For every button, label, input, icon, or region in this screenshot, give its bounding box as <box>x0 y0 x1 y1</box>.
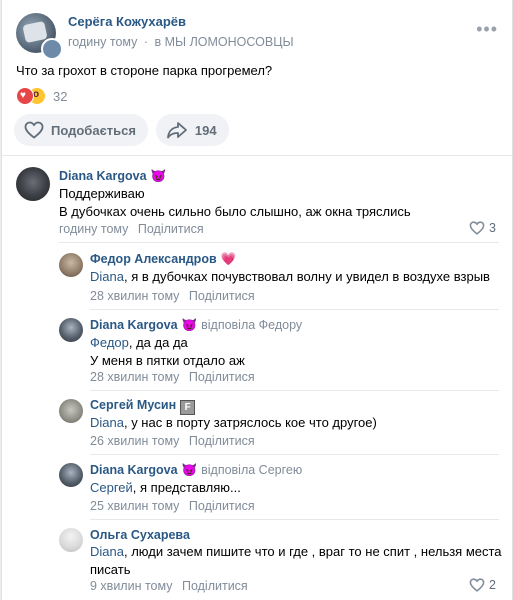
reply-like-count: 2 <box>489 578 496 592</box>
comment-share-link[interactable]: Поділитися <box>138 222 204 236</box>
post-card: Серёга Кожухарёв годину тому · в МЫ ЛОМО… <box>1 0 513 600</box>
share-arrow-icon <box>167 122 187 139</box>
heart-reaction-icon <box>16 87 34 105</box>
reactions-summary[interactable]: 32 <box>16 86 67 106</box>
reply-divider <box>90 519 499 520</box>
reply-body: , да да да <box>128 335 188 350</box>
reply-author: Diana Kargova 😈 відповіла Сергею <box>90 463 302 478</box>
reply-divider <box>90 309 499 310</box>
post-actions: Подобається 194 <box>14 114 229 146</box>
reply-addressee[interactable]: Diana <box>90 544 124 559</box>
reply-share-link[interactable]: Поділитися <box>189 434 255 448</box>
heart-emoji-icon: 💗 <box>220 252 237 266</box>
f-badge-icon: F <box>180 400 196 415</box>
reply-share-link[interactable]: Поділитися <box>182 579 248 593</box>
reply-time[interactable]: 26 хвилин тому <box>90 434 179 448</box>
reply-author: Сергей Мусин F <box>90 398 196 415</box>
group-avatar[interactable] <box>41 38 63 60</box>
reply-divider <box>90 390 499 391</box>
reply-author-name[interactable]: Diana Kargova <box>90 318 178 332</box>
reply-divider <box>90 454 499 455</box>
replied-to[interactable]: відповіла Сергею <box>201 463 302 477</box>
reply-time[interactable]: 25 хвилин тому <box>90 499 179 513</box>
reply-text: Diana, у нас в порту затряслось кое что … <box>90 414 377 432</box>
heart-outline-icon <box>24 121 44 139</box>
reply-addressee[interactable]: Сергей <box>90 480 133 495</box>
reply-text: Федор, да да да У меня в пятки отдало аж <box>90 334 245 370</box>
comment-author: Diana Kargova 😈 <box>59 169 166 184</box>
like-button[interactable]: Подобається <box>14 114 148 146</box>
reply-line: писать <box>90 562 131 577</box>
reply-author: Федор Александров 💗 <box>90 252 236 267</box>
reply-footer: 25 хвилин тому Поділитися <box>90 499 255 513</box>
reply-body: , я в дубочках почувствовал волну и увид… <box>123 269 490 284</box>
reply-time[interactable]: 28 хвилин тому <box>90 370 179 384</box>
reply-author-name[interactable]: Diana Kargova <box>90 463 178 477</box>
reply-time[interactable]: 9 хвилин тому <box>90 579 172 593</box>
comment-line: Поддерживаю <box>59 186 145 201</box>
reply-addressee[interactable]: Diana <box>90 269 124 284</box>
reply-avatar[interactable] <box>59 399 83 423</box>
comment-like-count: 3 <box>489 221 496 235</box>
reply-text: Diana, люди зачем пишите что и где , вра… <box>90 543 502 579</box>
reply-avatar[interactable] <box>59 528 83 552</box>
comment-avatar[interactable] <box>16 167 50 201</box>
reply-like-button[interactable]: 2 <box>469 578 496 592</box>
reply-text: Diana, я в дубочках почувствовал волну и… <box>90 268 490 286</box>
post-author-name[interactable]: Серёга Кожухарёв <box>68 14 186 29</box>
reply-author-name[interactable]: Федор Александров <box>90 252 217 266</box>
heart-outline-icon <box>469 578 485 592</box>
more-icon[interactable]: ••• <box>476 20 498 38</box>
replied-to[interactable]: відповіла Федору <box>201 318 302 332</box>
post-group-link[interactable]: в МЫ ЛОМОНОСОВЦЫ <box>155 35 294 49</box>
comment-line: В дубочках очень сильно было слышно, аж … <box>59 204 411 219</box>
reply-author-name[interactable]: Сергей Мусин <box>90 398 176 412</box>
post-meta: годину тому · в МЫ ЛОМОНОСОВЦЫ <box>68 35 294 49</box>
like-label: Подобається <box>51 122 136 138</box>
reply-author: Ольга Сухарева <box>90 528 190 542</box>
post-header: Серёга Кожухарёв годину тому · в МЫ ЛОМО… <box>16 10 502 60</box>
comment-author-name[interactable]: Diana Kargova <box>59 169 147 183</box>
reply-avatar[interactable] <box>59 253 83 277</box>
reply-share-link[interactable]: Поділитися <box>189 289 255 303</box>
devil-emoji-icon: 😈 <box>181 463 198 477</box>
comment-divider <box>59 242 499 243</box>
reactions-count: 32 <box>53 88 68 104</box>
reply-body: , люди зачем пишите что и где , враг то … <box>123 544 502 559</box>
reply-avatar[interactable] <box>59 463 83 487</box>
reply-time[interactable]: 28 хвилин тому <box>90 289 179 303</box>
comment-like-button[interactable]: 3 <box>469 221 496 235</box>
comment-time[interactable]: годину тому <box>59 222 128 236</box>
reply-line: У меня в пятки отдало аж <box>90 353 245 368</box>
comment-text: Поддерживаю В дубочках очень сильно было… <box>59 185 411 221</box>
reply-footer: 9 хвилин тому Поділитися <box>90 579 248 593</box>
devil-emoji-icon: 😈 <box>181 318 198 332</box>
reply-text: Сергей, я представляю... <box>90 479 241 497</box>
reply-share-link[interactable]: Поділитися <box>189 499 255 513</box>
reply-author-name[interactable]: Ольга Сухарева <box>90 528 190 542</box>
share-button[interactable]: 194 <box>155 114 229 146</box>
reply-addressee[interactable]: Федор <box>90 335 129 350</box>
comment-footer: годину тому Поділитися <box>59 222 204 236</box>
reply-body: , я представляю... <box>132 480 241 495</box>
reply-footer: 26 хвилин тому Поділитися <box>90 434 255 448</box>
divider <box>2 155 512 156</box>
reply-body: , у нас в порту затряслось кое что друго… <box>123 415 377 430</box>
reply-addressee[interactable]: Diana <box>90 415 124 430</box>
devil-emoji-icon: 😈 <box>150 169 167 183</box>
post-text: Что за грохот в стороне парка прогремел? <box>16 63 273 78</box>
reply-footer: 28 хвилин тому Поділитися <box>90 289 255 303</box>
post-time[interactable]: годину тому <box>68 35 137 49</box>
reply-avatar[interactable] <box>59 318 83 342</box>
heart-outline-icon <box>469 221 485 235</box>
meta-separator: · <box>143 35 149 49</box>
share-count: 194 <box>194 122 217 138</box>
reply-author: Diana Kargova 😈 відповіла Федору <box>90 318 302 333</box>
reply-share-link[interactable]: Поділитися <box>189 370 255 384</box>
reply-footer: 28 хвилин тому Поділитися <box>90 370 255 384</box>
